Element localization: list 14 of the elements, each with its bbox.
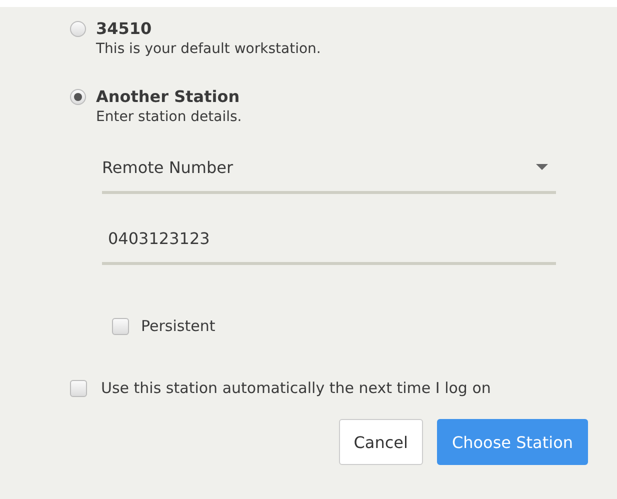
remote-number-field[interactable]: 0403123123 [102, 214, 556, 265]
checkbox[interactable] [112, 318, 129, 334]
checkbox[interactable] [70, 380, 87, 396]
station-type-dropdown[interactable]: Remote Number [102, 143, 556, 194]
caret-icon [536, 164, 548, 170]
station-description: This is your default workstation. [96, 41, 321, 57]
station-title: Another Station [96, 87, 241, 106]
station-description: Enter station details. [96, 109, 242, 125]
station-title: 34510 [96, 19, 153, 38]
cancel-button[interactable]: Cancel [338, 419, 423, 465]
checkbox-label: Use this station automatically the next time I log on [101, 379, 491, 397]
checkbox-label: Persistent [141, 317, 216, 335]
radio-button[interactable] [70, 21, 86, 37]
radio-button[interactable] [70, 89, 86, 105]
